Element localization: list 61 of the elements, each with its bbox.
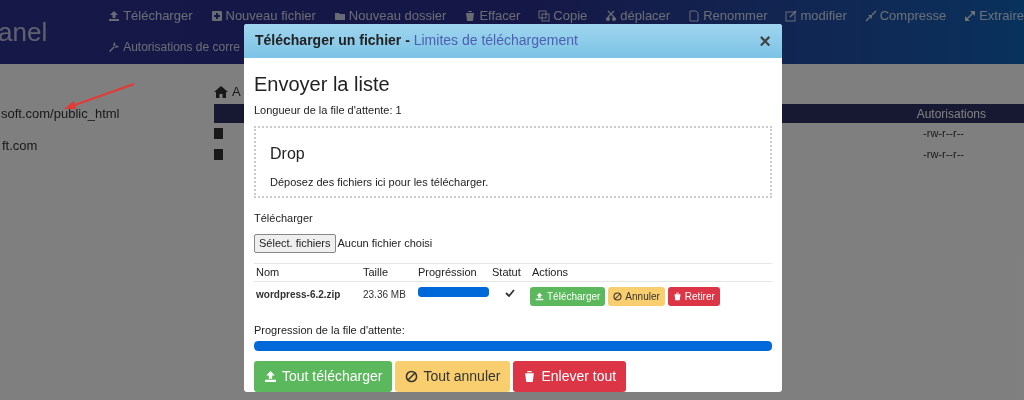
cancel-button[interactable]: Annuler [608, 287, 665, 306]
file-input-label: Télécharger [254, 211, 314, 226]
file-plus-icon [210, 9, 223, 22]
wrench-icon [108, 40, 121, 53]
toolbar-button[interactable]: Télécharger [123, 6, 193, 26]
remove-button[interactable]: Retirer [667, 287, 720, 306]
ban-icon [613, 292, 623, 301]
toolbar-button[interactable]: Copie [553, 6, 588, 26]
toolbar-button[interactable]: Nouveau fichier [225, 6, 316, 26]
toolbar-button[interactable]: Compresse [879, 6, 947, 26]
upload-all-button[interactable]: Tout télécharger [254, 361, 393, 392]
breadcrumb-link[interactable]: A [232, 82, 241, 102]
file-icon [688, 9, 701, 22]
column-header: Statut [492, 265, 521, 278]
cancel-all-button[interactable]: Tout annuler [395, 361, 511, 392]
remove-all-button[interactable]: Enlever tout [513, 361, 627, 392]
scissors-icon [605, 9, 618, 22]
sidebar-item[interactable]: ft.com [2, 135, 210, 155]
file-status-text: Aucun fichier choisi [337, 235, 433, 251]
column-header: Taille [363, 265, 389, 278]
file-icon [214, 128, 223, 139]
toolbar-button[interactable]: Extraire [979, 6, 1024, 26]
limits-link[interactable]: Limites de téléchargement [413, 32, 578, 49]
sidebar-item[interactable]: soft.com/public_html [1, 104, 210, 124]
toolbar-button[interactable]: Nouveau dossier [348, 6, 447, 26]
ban-icon [405, 370, 419, 383]
column-header: Progréssion [418, 265, 477, 278]
queue-progress-label: Progression de la file d'attente: [254, 322, 406, 338]
drop-zone[interactable]: Drop Déposez des fichiers ici pour les télécharger. [254, 126, 772, 198]
upload-button[interactable]: Télécharger [530, 287, 606, 306]
copy-icon [538, 9, 551, 22]
dialog-heading: Envoyer la liste [254, 71, 391, 96]
choose-files-button[interactable]: Sélect. fichiers [254, 233, 336, 253]
toolbar-button[interactable]: déplacer [620, 6, 671, 26]
drop-zone-text: Déposez des fichiers ici pour les télécharger. [270, 175, 490, 190]
file-size: 23.36 MB [363, 289, 406, 300]
toolbar-button[interactable]: Autorisations de corre [123, 37, 240, 56]
file-name: wordpress-6.2.zip [256, 289, 341, 300]
column-header: Nom [256, 265, 280, 278]
toolbar-button[interactable]: Renommer [703, 6, 768, 26]
trash-icon [523, 370, 537, 383]
compress-icon [864, 9, 877, 22]
dialog-title: Télécharger un fichier - [255, 32, 411, 49]
table-cell-text: -rw-r--r-- [923, 147, 964, 163]
upload-icon [535, 292, 544, 301]
queue-length-text: Longueur de la file d'attente: 1 [254, 102, 403, 118]
edit-icon [785, 9, 798, 22]
drop-zone-title: Drop [270, 144, 306, 164]
upload-icon [264, 370, 277, 383]
close-button[interactable]: × [759, 30, 771, 51]
upload-icon [108, 9, 121, 22]
expand-icon [964, 9, 977, 22]
toolbar-button[interactable]: Effacer [479, 6, 521, 26]
toolbar-button[interactable]: modifier [800, 6, 847, 26]
home-icon [214, 86, 228, 98]
trash-icon [464, 9, 477, 22]
column-header: Autorisations [916, 105, 986, 123]
file-icon [214, 149, 223, 160]
table-cell-text: -rw-r--r-- [923, 126, 964, 142]
column-header: Actions [532, 265, 569, 278]
trash-icon [672, 292, 682, 301]
